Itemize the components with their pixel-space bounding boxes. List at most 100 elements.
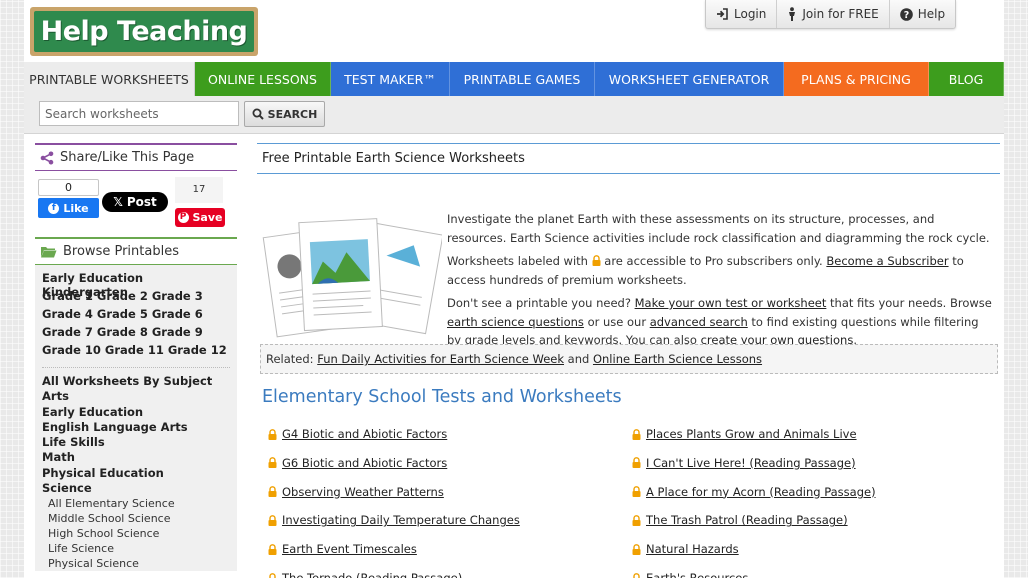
worksheet-link[interactable]: Places Plants Grow and Animals Live <box>646 427 857 441</box>
worksheet-link[interactable]: G6 Biotic and Abiotic Factors <box>282 456 447 470</box>
page-title: Free Printable Earth Science Worksheets <box>257 143 1000 174</box>
nav-test-maker[interactable]: TEST MAKER™ <box>331 62 450 96</box>
subject-link[interactable]: Science <box>35 481 237 496</box>
login-label: Login <box>734 7 767 21</box>
pro-note-text: Worksheets labeled with <box>447 254 588 268</box>
science-sub-link[interactable]: Physical Science <box>35 556 237 571</box>
worksheet-link[interactable]: I Can't Live Here! (Reading Passage) <box>646 456 856 470</box>
intro-text: Investigate the planet Earth with these … <box>447 210 995 355</box>
lock-icon <box>632 515 641 526</box>
subject-link[interactable]: Physical Education <box>35 466 237 481</box>
worksheet-link[interactable]: The Tornado (Reading Passage) <box>282 571 462 578</box>
fb-like-button[interactable]: f Like <box>38 198 99 218</box>
worksheet-item[interactable]: G6 Biotic and Abiotic Factors <box>268 456 447 470</box>
subject-link[interactable]: Life Skills <box>35 435 237 450</box>
join-link[interactable]: Join for FREE <box>777 0 890 28</box>
worksheet-item[interactable]: I Can't Live Here! (Reading Passage) <box>632 456 856 470</box>
worksheet-item[interactable]: Earth's Resources <box>632 571 748 578</box>
share-title: Share/Like This Page <box>60 150 195 165</box>
worksheet-item[interactable]: Earth Event Timescales <box>268 542 417 556</box>
worksheet-link[interactable]: Earth's Resources <box>646 571 748 578</box>
worksheet-item[interactable]: Investigating Daily Temperature Changes <box>268 513 520 527</box>
sidebar: Share/Like This Page 0 f Like 𝕏 Post 17 … <box>35 143 237 572</box>
note-text: or use our <box>587 314 647 329</box>
worksheet-link[interactable]: Natural Hazards <box>646 542 739 556</box>
person-icon <box>787 7 797 21</box>
worksheet-item[interactable]: The Tornado (Reading Passage) <box>268 571 462 578</box>
site-logo[interactable]: Help Teaching <box>30 7 258 56</box>
science-sub-link[interactable]: High School Science <box>35 526 237 541</box>
divider <box>42 367 230 368</box>
worksheet-link[interactable]: Observing Weather Patterns <box>282 485 444 499</box>
worksheet-item[interactable]: Places Plants Grow and Animals Live <box>632 427 857 441</box>
fb-like-label: Like <box>63 201 89 215</box>
related-link-online-lessons[interactable]: Online Earth Science Lessons <box>593 352 762 366</box>
svg-text:?: ? <box>903 10 909 21</box>
worksheet-link[interactable]: G4 Biotic and Abiotic Factors <box>282 427 447 441</box>
worksheet-item[interactable]: The Trash Patrol (Reading Passage) <box>632 513 848 527</box>
pinterest-save-button[interactable]: P Save <box>175 208 225 227</box>
fb-like-count: 0 <box>38 179 99 196</box>
help-label: Help <box>917 7 946 21</box>
nav-blog[interactable]: BLOG <box>929 62 1004 96</box>
pro-note: Worksheets labeled with are accessible t… <box>447 252 995 289</box>
search-icon <box>252 108 264 120</box>
question-icon: ? <box>899 7 913 21</box>
become-subscriber-link[interactable]: Become a Subscriber <box>826 254 948 268</box>
search-input[interactable] <box>39 101 239 126</box>
page: Help Teaching Login Join for FREE ? Help… <box>24 0 1004 578</box>
worksheet-thumbnail-image <box>262 218 442 338</box>
grade-row[interactable]: Grade 7 Grade 8 Grade 9 <box>35 323 237 341</box>
nav-plans-pricing[interactable]: PLANS & PRICING <box>784 62 929 96</box>
earth-science-questions-link[interactable]: earth science questions <box>447 315 584 329</box>
worksheet-item[interactable]: A Place for my Acorn (Reading Passage) <box>632 485 876 499</box>
make-test-link[interactable]: Make your own test or worksheet <box>635 296 827 310</box>
section-title: Elementary School Tests and Worksheets <box>262 387 622 407</box>
join-label: Join for FREE <box>802 7 879 21</box>
worksheet-item[interactable]: Observing Weather Patterns <box>268 485 444 499</box>
nav-worksheet-generator[interactable]: WORKSHEET GENERATOR <box>595 62 784 96</box>
worksheet-link[interactable]: Investigating Daily Temperature Changes <box>282 513 520 527</box>
subject-link[interactable]: Arts <box>35 389 237 404</box>
subject-link[interactable]: English Language Arts <box>35 420 237 435</box>
x-post-button[interactable]: 𝕏 Post <box>102 192 168 212</box>
worksheet-link[interactable]: The Trash Patrol (Reading Passage) <box>646 513 848 527</box>
subject-link[interactable]: All Worksheets By Subject <box>35 374 237 389</box>
grade-row[interactable]: Grade 10 Grade 11 Grade 12 <box>35 341 237 359</box>
nav-printable-worksheets[interactable]: PRINTABLE WORKSHEETS <box>24 62 195 96</box>
pro-note-text: are accessible to Pro subscribers only. <box>604 254 823 268</box>
worksheet-link[interactable]: Earth Event Timescales <box>282 542 417 556</box>
browse-title: Browse Printables <box>63 244 179 259</box>
science-sub-link[interactable]: All Elementary Science <box>35 496 237 511</box>
lock-icon <box>268 515 277 526</box>
grade-row[interactable]: Early Education Kindergarten <box>35 269 237 299</box>
advanced-search-link[interactable]: advanced search <box>650 315 748 329</box>
make-your-own-note: Don't see a printable you need? Make you… <box>447 294 995 350</box>
lock-icon <box>268 543 277 555</box>
lock-icon <box>632 572 641 578</box>
worksheet-item[interactable]: G4 Biotic and Abiotic Factors <box>268 427 447 441</box>
worksheet-item[interactable]: Natural Hazards <box>632 542 739 556</box>
grade-row[interactable]: Grade 4 Grade 5 Grade 6 <box>35 305 237 323</box>
nav-printable-games[interactable]: PRINTABLE GAMES <box>450 62 595 96</box>
grade-row[interactable]: Grade 1 Grade 2 Grade 3 <box>35 287 237 305</box>
x-post-label: Post <box>126 195 157 209</box>
science-sub-link[interactable]: Life Science <box>35 541 237 556</box>
login-link[interactable]: Login <box>706 0 778 28</box>
account-links: Login Join for FREE ? Help <box>705 0 957 29</box>
science-sub-link[interactable]: Middle School Science <box>35 511 237 526</box>
related-link-earth-science-week[interactable]: Fun Daily Activities for Earth Science W… <box>317 352 564 366</box>
lock-icon <box>632 428 641 440</box>
subject-link[interactable]: Math <box>35 450 237 465</box>
help-link[interactable]: ? Help <box>890 0 955 28</box>
lock-icon <box>268 486 277 498</box>
intro-section: Investigate the planet Earth with these … <box>257 174 1000 347</box>
subject-link[interactable]: Early Education <box>35 405 237 420</box>
nav-online-lessons[interactable]: ONLINE LESSONS <box>195 62 331 96</box>
related-box: Related: Fun Daily Activities for Earth … <box>260 344 998 374</box>
worksheet-link[interactable]: A Place for my Acorn (Reading Passage) <box>646 485 876 499</box>
search-button-label: SEARCH <box>267 107 318 121</box>
pin-save-label: Save <box>192 211 223 224</box>
note-text: that fits your needs. Browse <box>830 296 992 310</box>
search-button[interactable]: SEARCH <box>244 101 325 127</box>
